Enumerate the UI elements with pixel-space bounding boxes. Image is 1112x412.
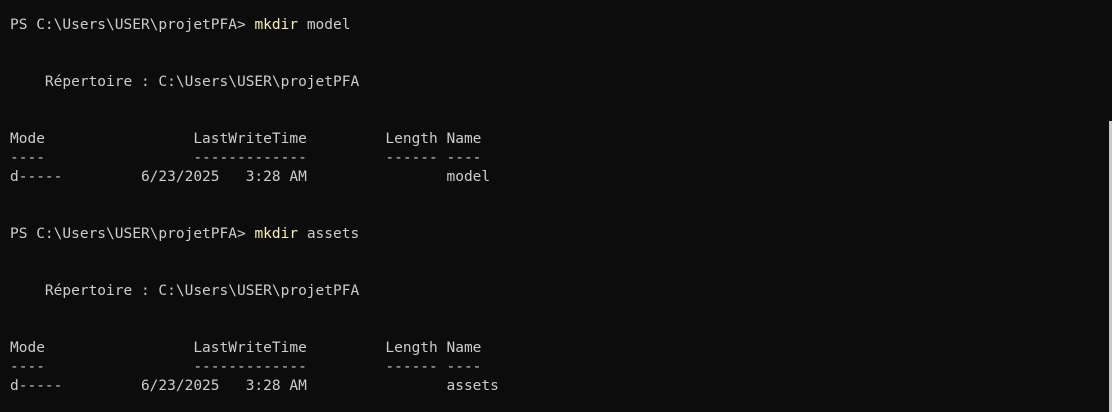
table-row-2: d----- 6/23/2025 3:28 AM assets	[10, 378, 499, 394]
command-keyword: mkdir	[254, 17, 299, 33]
table-separator-2: ---- ------------- ------ ----	[10, 359, 482, 375]
directory-line-2: Répertoire : C:\Users\USER\projetPFA	[10, 283, 360, 299]
command-argument: model	[298, 17, 351, 33]
command-argument: assets	[298, 226, 360, 242]
table-header-1: Mode LastWriteTime Length Name	[10, 131, 482, 147]
command-keyword: mkdir	[254, 226, 299, 242]
prompt-line-2: PS C:\Users\USER\projetPFA> mkdir assets	[10, 225, 359, 244]
table-separator-1: ---- ------------- ------ ----	[10, 150, 482, 166]
terminal-window[interactable]: PS C:\Users\USER\projetPFA> mkdir model …	[0, 0, 1112, 412]
prompt-line-1: PS C:\Users\USER\projetPFA> mkdir model	[10, 16, 350, 35]
table-header-2: Mode LastWriteTime Length Name	[10, 340, 482, 356]
directory-line-1: Répertoire : C:\Users\USER\projetPFA	[10, 74, 360, 90]
prompt-text: PS C:\Users\USER\projetPFA>	[10, 17, 255, 33]
table-row-1: d----- 6/23/2025 3:28 AM model	[10, 169, 491, 185]
prompt-text: PS C:\Users\USER\projetPFA>	[10, 226, 255, 242]
